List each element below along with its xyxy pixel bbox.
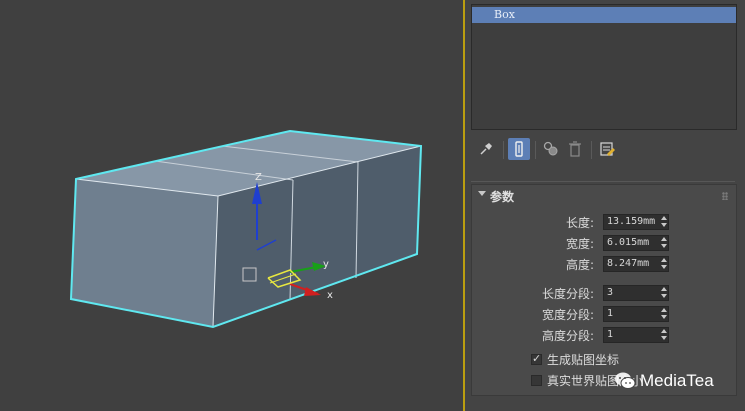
make-unique-button[interactable] <box>540 138 562 160</box>
width-label: 宽度: <box>565 237 594 251</box>
rollout-drag-handle-icon[interactable] <box>722 192 728 200</box>
real-world-map-size-checkbox[interactable] <box>531 375 542 386</box>
parameters-rollout: 参数 长度: 13.159mm 宽度: 6.015mm 高度: 8.247mm … <box>471 184 737 396</box>
gizmo-x-label: x <box>327 290 333 301</box>
parameters-rollout-title: 参数 <box>490 190 515 204</box>
generate-mapping-coords-label: 生成贴图坐标 <box>547 353 620 367</box>
length-segments-label: 长度分段: <box>541 287 594 301</box>
stack-toolbar <box>471 138 735 162</box>
width-spinner[interactable] <box>660 235 668 251</box>
height-spinner[interactable] <box>660 256 668 272</box>
box-front-face <box>71 179 218 327</box>
length-spinner[interactable] <box>660 214 668 230</box>
configure-modifier-sets-icon <box>600 142 615 156</box>
wechat-icon <box>615 372 636 389</box>
remove-modifier-button[interactable] <box>564 138 586 160</box>
panel-resize-grip[interactable] <box>596 176 610 191</box>
length-label: 长度: <box>565 216 594 230</box>
width-segments-label: 宽度分段: <box>541 308 594 322</box>
panel-separator <box>471 181 735 182</box>
pin-stack-button[interactable] <box>475 138 497 160</box>
box-object-render[interactable]: Z y x <box>0 0 463 411</box>
stack-item-box[interactable]: Box <box>472 7 736 23</box>
width-segments-spinner[interactable] <box>660 306 668 322</box>
watermark: MediaTea <box>614 370 714 392</box>
height-label: 高度: <box>565 258 594 272</box>
modify-panel: Box 参数 长度: 13.159mm 宽度: 6.015mm 高度: 8.24… <box>465 0 745 411</box>
toolbar-divider <box>591 141 592 159</box>
configure-modifier-sets-button[interactable] <box>596 138 618 160</box>
show-end-result-button[interactable] <box>508 138 530 160</box>
parameters-rollout-header[interactable]: 参数 <box>472 185 736 207</box>
toolbar-divider <box>503 141 504 159</box>
gizmo-y-label: y <box>323 259 329 270</box>
show-end-result-icon <box>515 141 523 157</box>
collapse-arrow-icon <box>478 191 486 196</box>
viewport-perspective[interactable]: Z y x <box>0 0 463 411</box>
generate-mapping-coords-checkbox[interactable] <box>531 352 542 365</box>
height-segments-label: 高度分段: <box>541 329 594 343</box>
watermark-text: MediaTea <box>640 371 714 390</box>
remove-modifier-icon <box>569 141 581 157</box>
toolbar-divider <box>535 141 536 159</box>
length-segments-spinner[interactable] <box>660 285 668 301</box>
gizmo-z-label: Z <box>255 172 262 183</box>
make-unique-icon <box>543 141 558 156</box>
pin-stack-icon <box>480 143 492 155</box>
height-segments-spinner[interactable] <box>660 327 668 343</box>
modifier-stack-list[interactable]: Box <box>471 4 737 130</box>
